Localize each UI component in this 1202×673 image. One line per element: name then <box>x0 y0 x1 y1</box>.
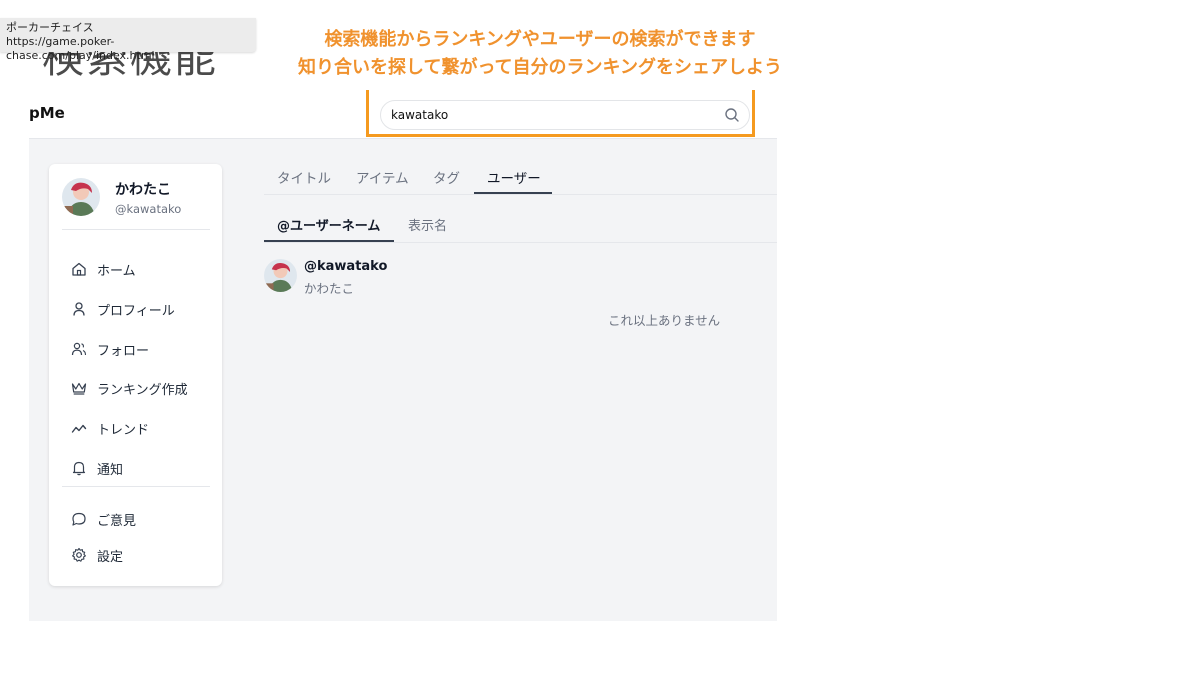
sidebar-item-notifications[interactable]: 通知 <box>71 457 123 479</box>
sidebar-item-trend[interactable]: トレンド <box>71 417 149 439</box>
sidebar-divider <box>62 229 210 230</box>
gear-icon <box>72 547 86 562</box>
profile-handle: @kawatako <box>115 202 182 216</box>
sidebar-item-profile[interactable]: プロフィール <box>71 298 175 320</box>
app-screenshot: pMe かわたこ @kawatako <box>29 90 777 621</box>
tooltip-title: ポーカーチェイス <box>6 21 94 34</box>
sidebar-item-label: 通知 <box>97 462 124 478</box>
sidebar-item-settings[interactable]: 設定 <box>71 544 123 566</box>
sidebar-item-ranking-create[interactable]: ランキング作成 <box>71 377 188 399</box>
sidebar-item-label: ホーム <box>97 263 136 279</box>
result-handle[interactable]: @kawatako <box>304 259 387 274</box>
search-highlight-frame <box>366 90 755 137</box>
sidebar-item-home[interactable]: ホーム <box>71 258 136 280</box>
user-icon <box>73 302 85 316</box>
sidebar-item-label: フォロー <box>97 343 150 359</box>
sidebar-item-label: プロフィール <box>97 303 175 319</box>
subtab-display-name[interactable]: 表示名 <box>408 215 447 234</box>
caption-line-1: 検索機能からランキングやユーザーの検索ができます <box>324 29 756 50</box>
sidebar-divider <box>62 486 210 487</box>
active-subtab-indicator <box>264 240 394 242</box>
user-search-subtabs: @ユーザーネーム 表示名 <box>264 195 777 243</box>
sidebar-item-label: トレンド <box>97 422 150 438</box>
tab-item[interactable]: アイテム <box>356 167 409 187</box>
profile-name[interactable]: かわたこ <box>115 179 171 199</box>
bell-icon <box>72 461 86 476</box>
avatar-image <box>264 259 297 292</box>
subtab-username[interactable]: @ユーザーネーム <box>277 215 380 234</box>
tooltip-url: https://game.poker-chase.com/play/index.… <box>6 35 155 62</box>
caption-line-2: 知り合いを探して繋がって自分のランキングをシェアしよう <box>297 57 783 78</box>
sidebar-item-feedback[interactable]: ご意見 <box>71 508 136 530</box>
tab-title[interactable]: タイトル <box>277 167 331 187</box>
avatar-image <box>62 178 100 216</box>
url-tooltip: ポーカーチェイス https://game.poker-chase.com/pl… <box>0 18 256 62</box>
no-more-results-text: これ以上ありません <box>608 313 721 328</box>
sidebar-item-label: ランキング作成 <box>97 382 188 398</box>
tab-tag[interactable]: タグ <box>433 167 460 187</box>
brand-logo[interactable]: pMe <box>29 104 65 122</box>
home-icon <box>72 262 86 276</box>
message-icon <box>72 512 86 526</box>
sidebar-item-label: ご意見 <box>97 513 137 529</box>
top-bar: pMe <box>29 90 777 139</box>
avatar[interactable] <box>264 259 297 292</box>
active-tab-indicator <box>474 192 552 194</box>
sidebar-item-follow[interactable]: フォロー <box>71 338 149 360</box>
search-category-tabs: タイトル アイテム タグ ユーザー <box>264 139 777 195</box>
sidebar-item-label: 設定 <box>97 549 124 565</box>
result-display-name: かわたこ <box>304 281 355 296</box>
users-icon <box>71 342 87 356</box>
sidebar: かわたこ @kawatako ホーム プロフィール フォロー ランキング作成 ト… <box>49 164 222 586</box>
trend-icon <box>71 424 87 433</box>
user-result-item[interactable]: @kawatako かわたこ <box>264 259 464 296</box>
main-content: かわたこ @kawatako ホーム プロフィール フォロー ランキング作成 ト… <box>29 139 777 621</box>
tab-user[interactable]: ユーザー <box>487 167 541 187</box>
avatar[interactable] <box>62 178 100 216</box>
crown-icon <box>71 382 87 395</box>
